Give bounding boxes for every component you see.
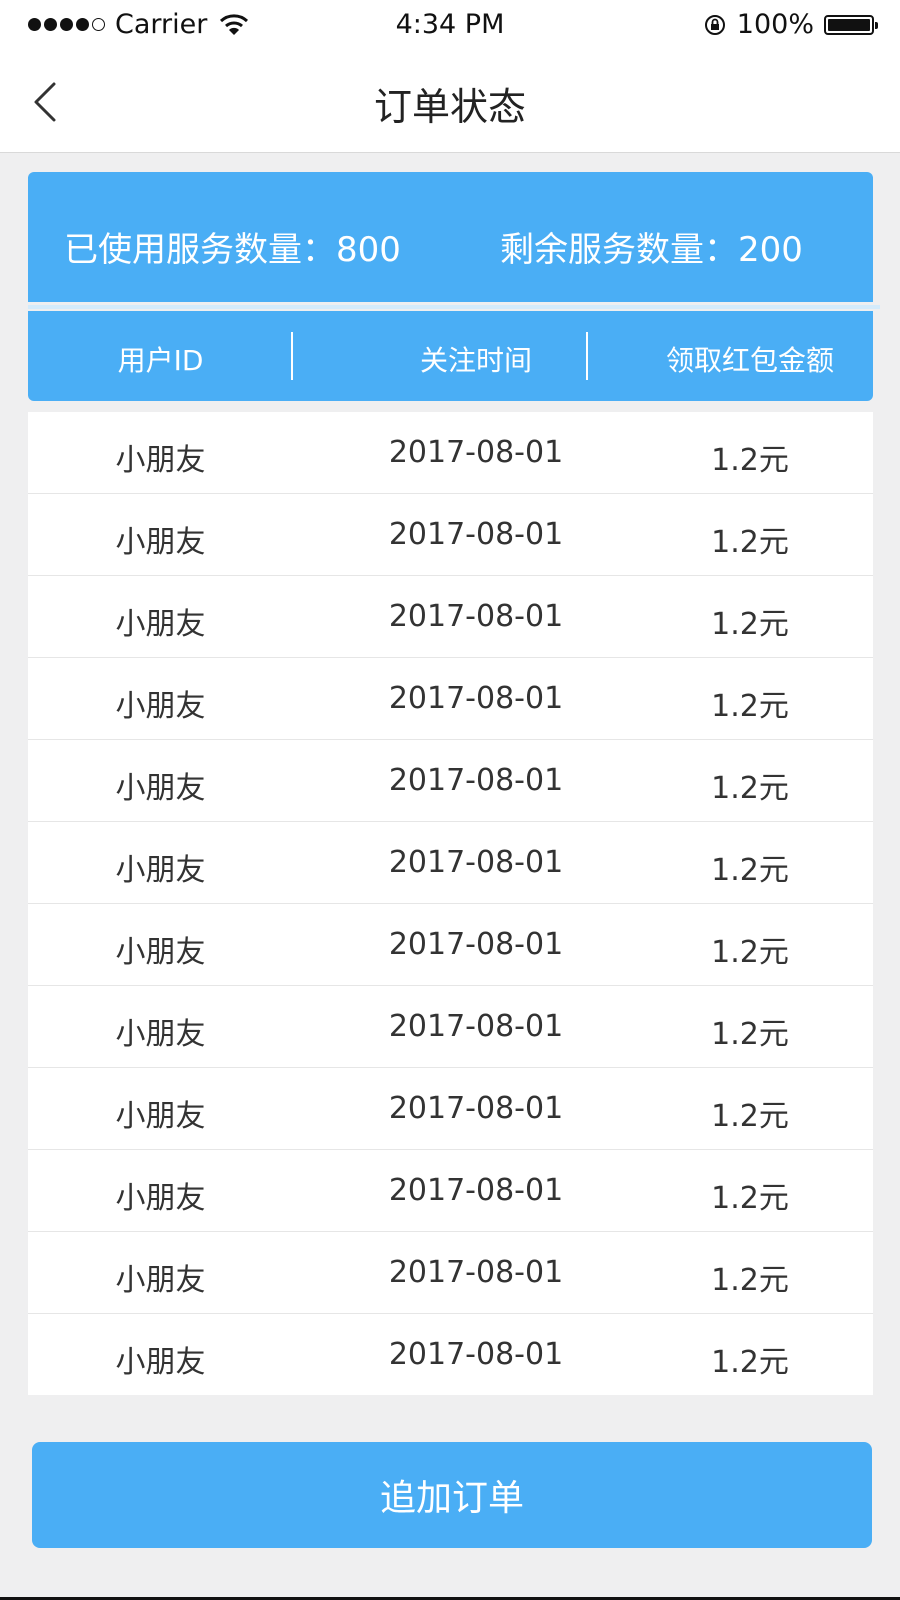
cell-amount: 1.2元 bbox=[711, 853, 789, 888]
table-header: 用户ID 关注时间 领取红包金额 bbox=[28, 311, 873, 401]
page-title: 订单状态 bbox=[373, 85, 526, 129]
status-bar: Carrier 4:34 PM 100% bbox=[0, 0, 900, 50]
cell-user-id: 小朋友 bbox=[115, 1345, 206, 1380]
remaining-service-count: 剩余服务数量：200 bbox=[500, 230, 803, 270]
table-row: 小朋友 2017-08-01 1.2元 bbox=[28, 494, 873, 576]
cell-follow-time: 2017-08-01 bbox=[388, 1091, 564, 1126]
table-row: 小朋友 2017-08-01 1.2元 bbox=[28, 740, 873, 822]
table-row: 小朋友 2017-08-01 1.2元 bbox=[28, 1314, 873, 1395]
cell-amount: 1.2元 bbox=[711, 443, 789, 478]
header-user-id: 用户ID bbox=[117, 344, 204, 377]
cell-follow-time: 2017-08-01 bbox=[388, 927, 564, 962]
used-service-count: 已使用服务数量：800 bbox=[64, 230, 401, 270]
cell-user-id: 小朋友 bbox=[115, 525, 206, 560]
cell-amount: 1.2元 bbox=[711, 1181, 789, 1216]
header-separator bbox=[291, 332, 293, 380]
cell-amount: 1.2元 bbox=[711, 689, 789, 724]
cell-follow-time: 2017-08-01 bbox=[388, 1337, 564, 1372]
summary-divider bbox=[28, 305, 880, 309]
header-red-packet-amount: 领取红包金额 bbox=[665, 344, 834, 377]
table-row: 小朋友 2017-08-01 1.2元 bbox=[28, 1150, 873, 1232]
cell-user-id: 小朋友 bbox=[115, 1017, 206, 1052]
cell-user-id: 小朋友 bbox=[115, 443, 206, 478]
cell-amount: 1.2元 bbox=[711, 935, 789, 970]
cell-user-id: 小朋友 bbox=[115, 1263, 206, 1298]
cell-follow-time: 2017-08-01 bbox=[388, 1173, 564, 1208]
cell-amount: 1.2元 bbox=[711, 1345, 789, 1380]
table-row: 小朋友 2017-08-01 1.2元 bbox=[28, 822, 873, 904]
cell-follow-time: 2017-08-01 bbox=[388, 845, 564, 880]
order-table: 小朋友 2017-08-01 1.2元 小朋友 2017-08-01 1.2元 小朋友 2… bbox=[28, 412, 873, 1395]
cell-follow-time: 2017-08-01 bbox=[388, 599, 564, 634]
rotation-lock-icon bbox=[704, 14, 725, 35]
table-row: 小朋友 2017-08-01 1.2元 bbox=[28, 576, 873, 658]
header-separator bbox=[586, 332, 588, 380]
cell-user-id: 小朋友 bbox=[115, 853, 206, 888]
cell-user-id: 小朋友 bbox=[115, 1099, 206, 1134]
cell-user-id: 小朋友 bbox=[115, 1181, 206, 1216]
cell-follow-time: 2017-08-01 bbox=[388, 517, 564, 552]
cell-user-id: 小朋友 bbox=[115, 771, 206, 806]
cell-follow-time: 2017-08-01 bbox=[388, 435, 564, 470]
status-right: 100% bbox=[703, 9, 878, 40]
cell-user-id: 小朋友 bbox=[115, 607, 206, 642]
table-row: 小朋友 2017-08-01 1.2元 bbox=[28, 658, 873, 740]
table-row: 小朋友 2017-08-01 1.2元 bbox=[28, 1232, 873, 1314]
cell-amount: 1.2元 bbox=[711, 1099, 789, 1134]
table-row: 小朋友 2017-08-01 1.2元 bbox=[28, 1068, 873, 1150]
cell-follow-time: 2017-08-01 bbox=[388, 1009, 564, 1044]
battery-percent: 100% bbox=[736, 9, 814, 40]
cell-follow-time: 2017-08-01 bbox=[388, 1255, 564, 1290]
cell-amount: 1.2元 bbox=[711, 1017, 789, 1052]
cell-user-id: 小朋友 bbox=[115, 935, 206, 970]
cell-follow-time: 2017-08-01 bbox=[388, 681, 564, 716]
cell-amount: 1.2元 bbox=[711, 771, 789, 806]
header-follow-time: 关注时间 bbox=[419, 344, 532, 377]
add-order-button[interactable]: 追加订单 bbox=[32, 1442, 872, 1548]
cell-user-id: 小朋友 bbox=[115, 689, 206, 724]
battery-icon bbox=[824, 14, 878, 35]
table-row: 小朋友 2017-08-01 1.2元 bbox=[28, 412, 873, 494]
cell-amount: 1.2元 bbox=[711, 525, 789, 560]
cell-amount: 1.2元 bbox=[711, 1263, 789, 1298]
table-row: 小朋友 2017-08-01 1.2元 bbox=[28, 986, 873, 1068]
service-summary: 已使用服务数量：800 剩余服务数量：200 bbox=[28, 172, 873, 302]
cell-amount: 1.2元 bbox=[711, 607, 789, 642]
table-row: 小朋友 2017-08-01 1.2元 bbox=[28, 904, 873, 986]
nav-bar: 订单状态 bbox=[0, 50, 900, 153]
cell-follow-time: 2017-08-01 bbox=[388, 763, 564, 798]
